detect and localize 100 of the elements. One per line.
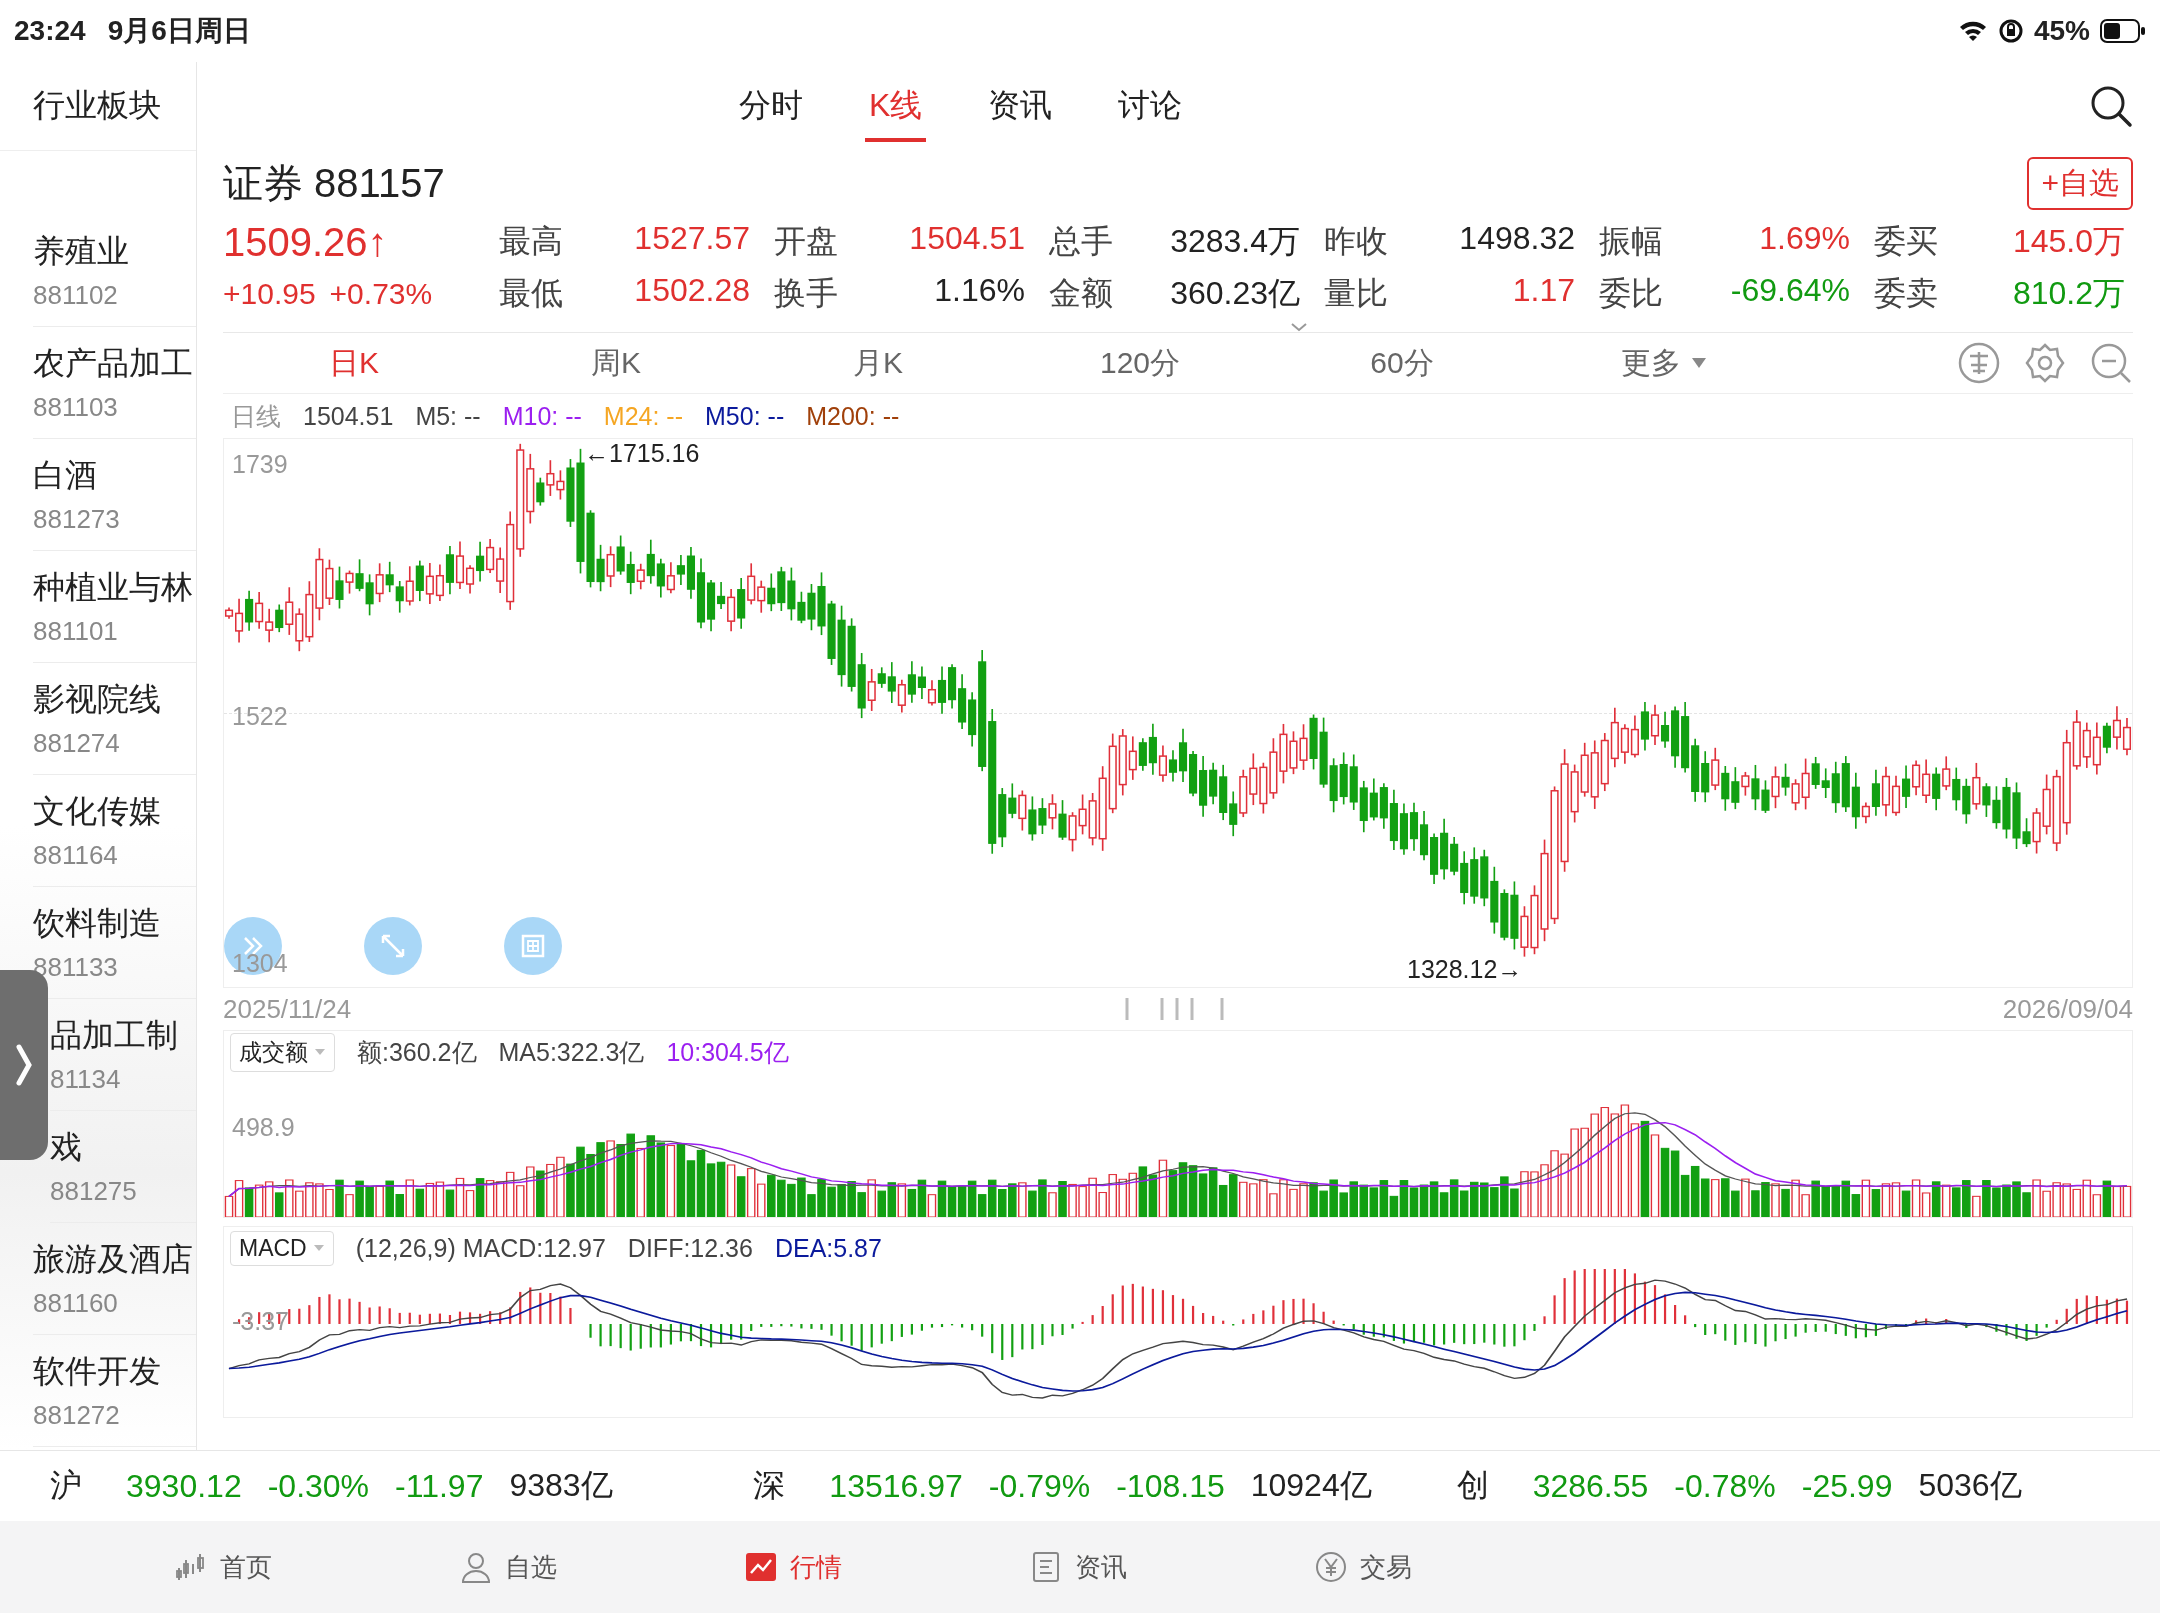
high-price-label: ←1715.16	[584, 439, 700, 468]
index-change-percent: -0.30%	[267, 1467, 370, 1505]
indicator-value: DIFF:12.36	[627, 1233, 753, 1263]
sector-name: 养殖业	[33, 232, 129, 271]
axis-label: 1522	[232, 702, 288, 732]
nav-tab[interactable]: 自选	[365, 1548, 650, 1586]
index-turnover: 5036亿	[1918, 1466, 2022, 1505]
tab[interactable]: 讨论	[1114, 70, 1187, 142]
add-watchlist-button[interactable]: +自选	[2027, 156, 2133, 210]
indicator-value: DEA:5.87	[774, 1233, 882, 1263]
indicator-value: 额:360.2亿	[357, 1036, 477, 1068]
index-change: -25.99	[1801, 1467, 1893, 1505]
tab[interactable]: 分时	[735, 70, 807, 142]
settings-icon[interactable]	[2023, 341, 2067, 385]
sidebar-item[interactable]: 文化传媒 881164	[33, 775, 196, 887]
dropdown-caret-icon	[1691, 357, 1707, 369]
index-name: 沪	[50, 1466, 83, 1505]
sidebar-item[interactable]: 养殖业 881102	[33, 215, 196, 327]
nav-tab[interactable]: 首页	[80, 1548, 365, 1586]
index-price: 13516.97	[829, 1467, 963, 1505]
status-time: 23:24	[14, 15, 86, 47]
index-price: 3930.12	[126, 1467, 242, 1505]
sector-code: 881272	[33, 1400, 120, 1431]
sector-name: 白酒	[33, 456, 97, 495]
status-date: 9月6日周日	[107, 14, 251, 48]
quote-value: 1504.51	[909, 220, 1025, 258]
period-tab[interactable]: 月K	[747, 341, 1009, 385]
chip-distribution-icon[interactable]	[1957, 341, 2001, 385]
zoom-out-icon[interactable]	[2089, 341, 2133, 385]
sidebar-title: 行业板块	[0, 62, 196, 151]
quote-label: 换手	[774, 274, 838, 313]
quote-value: 145.0万	[2012, 222, 2125, 261]
index-name: 创	[1456, 1466, 1490, 1505]
sidebar-item[interactable]: 影视院线 881274	[33, 663, 196, 775]
end-date: 2026/09/04	[2002, 993, 2133, 1025]
quote-label: 最低	[499, 274, 563, 313]
index-change-percent: -0.78%	[1674, 1467, 1776, 1505]
battery-percent: 45%	[2033, 15, 2090, 47]
index-name: 深	[753, 1466, 787, 1505]
indicator-dropdown[interactable]: 成交额	[230, 1032, 335, 1072]
quote-value: 3283.4万	[1170, 222, 1300, 261]
sector-name: 品加工制	[50, 1016, 178, 1055]
sidebar-item[interactable]: 白酒 881273	[33, 439, 196, 551]
low-price-label: 1328.12→	[1407, 955, 1523, 984]
stock-title: 证券 881157	[223, 159, 446, 207]
quote-label: 量比	[1324, 274, 1388, 313]
quote-value: 1.69%	[1759, 220, 1850, 258]
search-icon[interactable]	[2089, 84, 2133, 128]
nav-tab[interactable]: 资讯	[935, 1548, 1220, 1586]
indicator-dropdown[interactable]: MACD	[230, 1230, 334, 1266]
period-tab[interactable]: 更多	[1533, 341, 1795, 385]
axis-label: -3.37	[232, 1307, 289, 1336]
nav-tab[interactable]: 交易	[1220, 1548, 1505, 1586]
sidebar-item[interactable]: 旅游及酒店 881160	[33, 1223, 196, 1335]
ma-legend-item: M50: --	[705, 401, 785, 431]
sidebar-item[interactable]: 戏 881275	[50, 1111, 196, 1223]
tab[interactable]: 资讯	[984, 70, 1057, 142]
nav-tab[interactable]: 行情	[650, 1548, 935, 1586]
period-tab[interactable]: 日K	[223, 341, 485, 385]
quote-label: 委比	[1599, 274, 1663, 313]
quote-label: 总手	[1049, 222, 1113, 261]
sector-name: 影视院线	[33, 680, 161, 719]
caret-icon	[314, 1048, 326, 1056]
sector-name: 农产品加工	[33, 344, 193, 383]
sector-code: 881133	[33, 952, 118, 983]
sector-name: 文化传媒	[33, 792, 161, 831]
sector-name: 种植业与林	[33, 568, 193, 607]
tab[interactable]: K线	[865, 70, 927, 142]
sidebar-item[interactable]: 品加工制 81134	[50, 999, 196, 1111]
period-tab[interactable]: 120分	[1009, 341, 1271, 385]
sector-code: 881164	[33, 840, 118, 871]
ma-legend-item: M200: --	[806, 401, 900, 431]
quote-label: 最高	[499, 222, 563, 261]
chart-icon	[743, 1550, 778, 1584]
caret-icon[interactable]	[1290, 322, 1309, 332]
period-tab[interactable]: 60分	[1271, 341, 1533, 385]
quote-value: -69.64%	[1730, 272, 1850, 310]
sector-code: 81134	[50, 1064, 121, 1095]
quote-label: 昨收	[1324, 222, 1388, 261]
quote-value: 1527.57	[634, 220, 750, 258]
sector-code: 881274	[33, 728, 120, 759]
ma-legend-item: M10: --	[502, 401, 582, 431]
sidebar-item[interactable]: 软件开发 881272	[33, 1335, 196, 1447]
sector-code: 881160	[33, 1288, 118, 1319]
sector-code: 881275	[50, 1176, 137, 1207]
last-price: 1509.26↑	[223, 219, 389, 265]
start-date: 2025/11/24	[223, 993, 352, 1025]
chevron-right-icon	[14, 1043, 34, 1087]
sector-name: 旅游及酒店	[33, 1240, 193, 1279]
sidebar-item[interactable]: 种植业与林 881101	[33, 551, 196, 663]
index-change: -108.15	[1116, 1467, 1225, 1505]
index-price: 3286.55	[1532, 1467, 1649, 1505]
price-change: +10.95	[223, 277, 316, 311]
period-tab[interactable]: 周K	[485, 341, 747, 385]
sector-name: 戏	[50, 1128, 82, 1167]
battery-icon	[2100, 19, 2146, 43]
ma-legend-item: M5: --	[415, 401, 481, 431]
quote-value: 1.17	[1512, 272, 1575, 310]
index-turnover: 9383亿	[509, 1466, 613, 1505]
sidebar-item[interactable]: 农产品加工 881103	[33, 327, 196, 439]
